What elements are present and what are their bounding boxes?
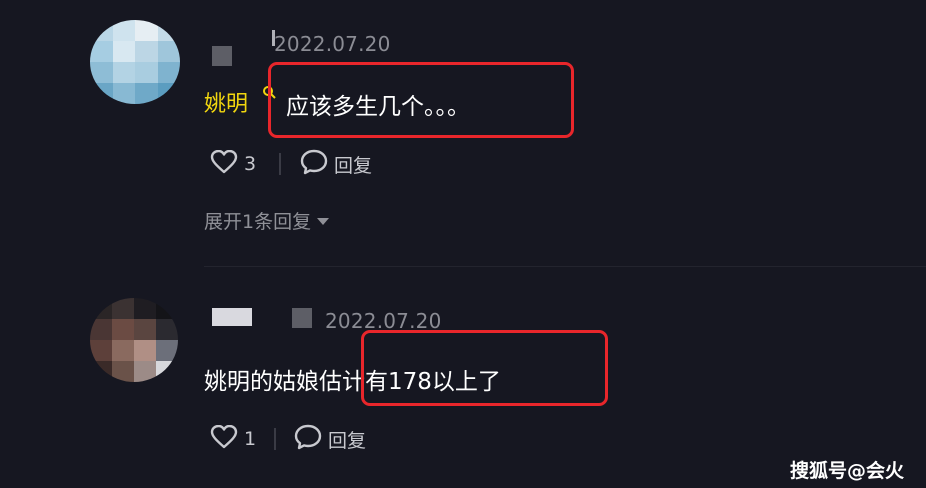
- avatar-comment-1[interactable]: [90, 20, 180, 104]
- avatar-comment-2[interactable]: [90, 298, 178, 382]
- expand-replies-label: 展开1条回复: [204, 210, 312, 233]
- reply-label: 回复: [328, 429, 367, 452]
- comment-bubble-icon: [294, 424, 322, 455]
- username-redacted-block: [292, 308, 312, 328]
- highlight-box: [268, 62, 574, 138]
- comment-bubble-icon: [300, 149, 328, 180]
- reply-button[interactable]: 回复: [300, 149, 373, 180]
- action-separator: [279, 153, 281, 175]
- like-count: 1: [244, 428, 257, 450]
- username-redacted-block: [212, 46, 232, 66]
- highlight-box: [361, 330, 608, 406]
- mentioned-username[interactable]: 姚明: [204, 86, 248, 118]
- like-count: 3: [244, 153, 257, 175]
- expand-replies-button[interactable]: 展开1条回复: [204, 206, 330, 234]
- username-redacted-block: [212, 308, 252, 326]
- watermark: 搜狐号@会火: [789, 460, 904, 482]
- comment-date: 2022.07.20: [274, 32, 391, 56]
- comment-divider: [204, 266, 926, 267]
- heart-icon: [210, 149, 238, 179]
- like-button[interactable]: 3: [210, 149, 257, 179]
- reply-button[interactable]: 回复: [294, 424, 367, 455]
- heart-icon: [210, 424, 238, 454]
- reply-label: 回复: [334, 154, 373, 177]
- chevron-down-icon: [317, 217, 330, 225]
- action-separator: [274, 428, 276, 450]
- like-button[interactable]: 1: [210, 424, 257, 454]
